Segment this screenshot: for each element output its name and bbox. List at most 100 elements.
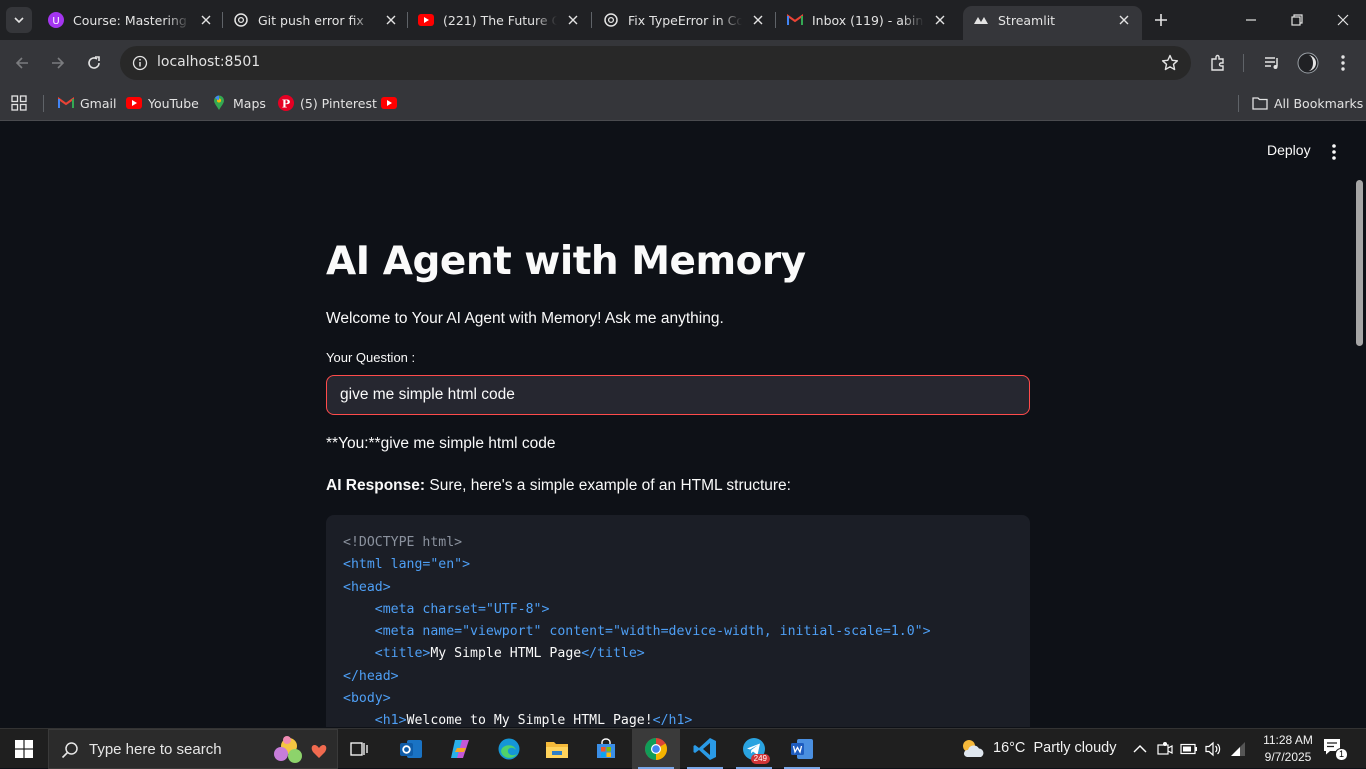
code-line: <meta charset="UTF-8">	[343, 601, 550, 617]
chatgpt-icon	[603, 12, 619, 28]
code-line-mixed: <title>My Simple HTML Page</title>	[343, 643, 1013, 665]
svg-text:P: P	[282, 98, 290, 111]
chrome-icon	[645, 738, 667, 760]
folder-icon	[546, 742, 568, 758]
tab-streamlit[interactable]: Streamlit	[963, 6, 1142, 40]
tab-title: Streamlit	[998, 12, 1056, 28]
bookmark-gmail[interactable]: Gmail	[58, 92, 116, 114]
deploy-button[interactable]: Deploy	[1258, 140, 1320, 160]
minimize-icon	[1246, 19, 1256, 21]
taskbar-word[interactable]	[778, 729, 826, 769]
tab-search-button[interactable]	[6, 7, 32, 33]
taskbar-vscode[interactable]	[681, 729, 729, 769]
arrow-left-icon	[15, 57, 28, 69]
streamlit-app: Deploy AI Agent with Memory Welcome to Y…	[0, 121, 1366, 727]
main-menu-icon[interactable]	[1323, 141, 1345, 163]
code-tag: <h1>	[374, 713, 407, 727]
all-bookmarks-button[interactable]: All Bookmarks	[1252, 92, 1363, 114]
meet-now-icon[interactable]	[1155, 739, 1175, 759]
battery-icon[interactable]	[1179, 739, 1199, 759]
bookmark-label: All Bookmarks	[1274, 95, 1364, 111]
bookmark-label: Maps	[233, 95, 266, 111]
tab-course[interactable]: U Course: Mastering AI	[48, 6, 216, 34]
notifications-button[interactable]: 1	[1322, 737, 1349, 761]
taskbar-file-explorer[interactable]	[533, 729, 581, 769]
taskbar-outlook[interactable]	[387, 729, 435, 769]
close-icon[interactable]	[381, 10, 401, 30]
ai-response-label: AI Response:	[326, 477, 426, 494]
wifi-icon[interactable]	[1228, 739, 1248, 759]
apps-grid-button[interactable]	[11, 92, 27, 114]
reload-button[interactable]	[80, 49, 108, 77]
bookmarks-bar: Gmail YouTube Maps P (5) Pinterest All B…	[0, 86, 1366, 121]
site-info-icon[interactable]	[128, 51, 152, 75]
volume-icon[interactable]	[1203, 739, 1223, 759]
start-button[interactable]	[0, 729, 48, 769]
taskbar-microsoft-store[interactable]	[582, 729, 630, 769]
task-view-button[interactable]	[336, 729, 384, 769]
page-scrollbar[interactable]	[1356, 180, 1363, 346]
taskbar-search-box[interactable]: Type here to search	[48, 729, 338, 769]
forward-button[interactable]	[44, 49, 72, 77]
close-icon[interactable]	[1114, 10, 1134, 30]
word-icon	[791, 739, 813, 759]
restore-button[interactable]	[1274, 0, 1320, 40]
code-text: My Simple HTML Page	[430, 646, 582, 662]
minimize-button[interactable]	[1228, 0, 1274, 40]
streamlit-icon	[973, 12, 989, 28]
tab-separator	[591, 12, 592, 28]
chrome-menu-icon[interactable]	[1331, 51, 1355, 75]
bookmark-youtube-2[interactable]	[381, 92, 403, 114]
tab-separator	[775, 12, 776, 28]
gmail-icon	[58, 95, 74, 111]
tab-separator	[407, 12, 408, 28]
ai-response-text: Sure, here's a simple example of an HTML…	[425, 477, 791, 494]
close-icon[interactable]	[930, 10, 950, 30]
clock-date[interactable]: 9/7/2025	[1256, 750, 1320, 764]
profile-avatar[interactable]	[1296, 51, 1320, 75]
chevron-up-icon[interactable]	[1130, 739, 1150, 759]
code-line: <!DOCTYPE html>	[343, 535, 463, 550]
bookmark-star-icon[interactable]	[1160, 53, 1180, 73]
tab-title: Inbox (119) - abinesil	[812, 12, 924, 28]
close-window-button[interactable]	[1320, 0, 1366, 40]
close-icon[interactable]	[563, 10, 583, 30]
bookmark-label: (5) Pinterest	[300, 95, 377, 111]
browser-toolbar: localhost:8501	[0, 40, 1366, 86]
code-line: </head>	[343, 668, 399, 684]
code-block: <!DOCTYPE html> <html lang="en"> <head> …	[326, 515, 1030, 727]
tab-strip: U Course: Mastering AI Git push error fi…	[0, 0, 1366, 40]
bookmark-youtube[interactable]: YouTube	[126, 92, 199, 114]
telegram-badge: 249	[750, 754, 770, 764]
chevron-down-icon	[14, 17, 24, 24]
bookmark-pinterest[interactable]: P (5) Pinterest	[278, 92, 377, 114]
close-icon[interactable]	[196, 10, 216, 30]
ai-response: AI Response: Sure, here's a simple examp…	[326, 477, 791, 495]
tab-youtube[interactable]: (221) The Future Of C	[418, 6, 583, 34]
weather-icon[interactable]	[958, 736, 986, 762]
close-icon[interactable]	[748, 10, 768, 30]
extensions-icon[interactable]	[1206, 51, 1230, 75]
tab-title: Git push error fix	[258, 12, 364, 28]
windows-logo-icon	[15, 740, 33, 758]
media-control-icon[interactable]	[1260, 51, 1284, 75]
tab-fix-typeerror[interactable]: Fix TypeError in Code	[603, 6, 768, 34]
address-bar[interactable]: localhost:8501	[120, 46, 1191, 80]
gmail-icon	[787, 12, 803, 28]
question-input[interactable]	[326, 375, 1030, 415]
clock-time[interactable]: 11:28 AM	[1256, 733, 1320, 747]
tab-git-push[interactable]: Git push error fix	[233, 6, 401, 34]
taskbar-chrome[interactable]	[632, 729, 680, 769]
taskbar-edge[interactable]	[485, 729, 533, 769]
taskbar-copilot[interactable]	[436, 729, 484, 769]
back-button[interactable]	[8, 49, 36, 77]
taskbar-telegram[interactable]: 249	[730, 729, 778, 769]
search-highlight-flowers-icon	[274, 736, 327, 763]
task-view-icon	[350, 742, 368, 756]
address-url[interactable]: localhost:8501	[157, 54, 260, 70]
weather-text[interactable]: 16°C Partly cloudy	[993, 740, 1116, 756]
tab-gmail[interactable]: Inbox (119) - abinesil	[787, 6, 950, 34]
bookmark-maps[interactable]: Maps	[211, 92, 266, 114]
tab-title: (221) The Future Of C	[443, 12, 557, 28]
new-tab-button[interactable]	[1150, 9, 1172, 31]
